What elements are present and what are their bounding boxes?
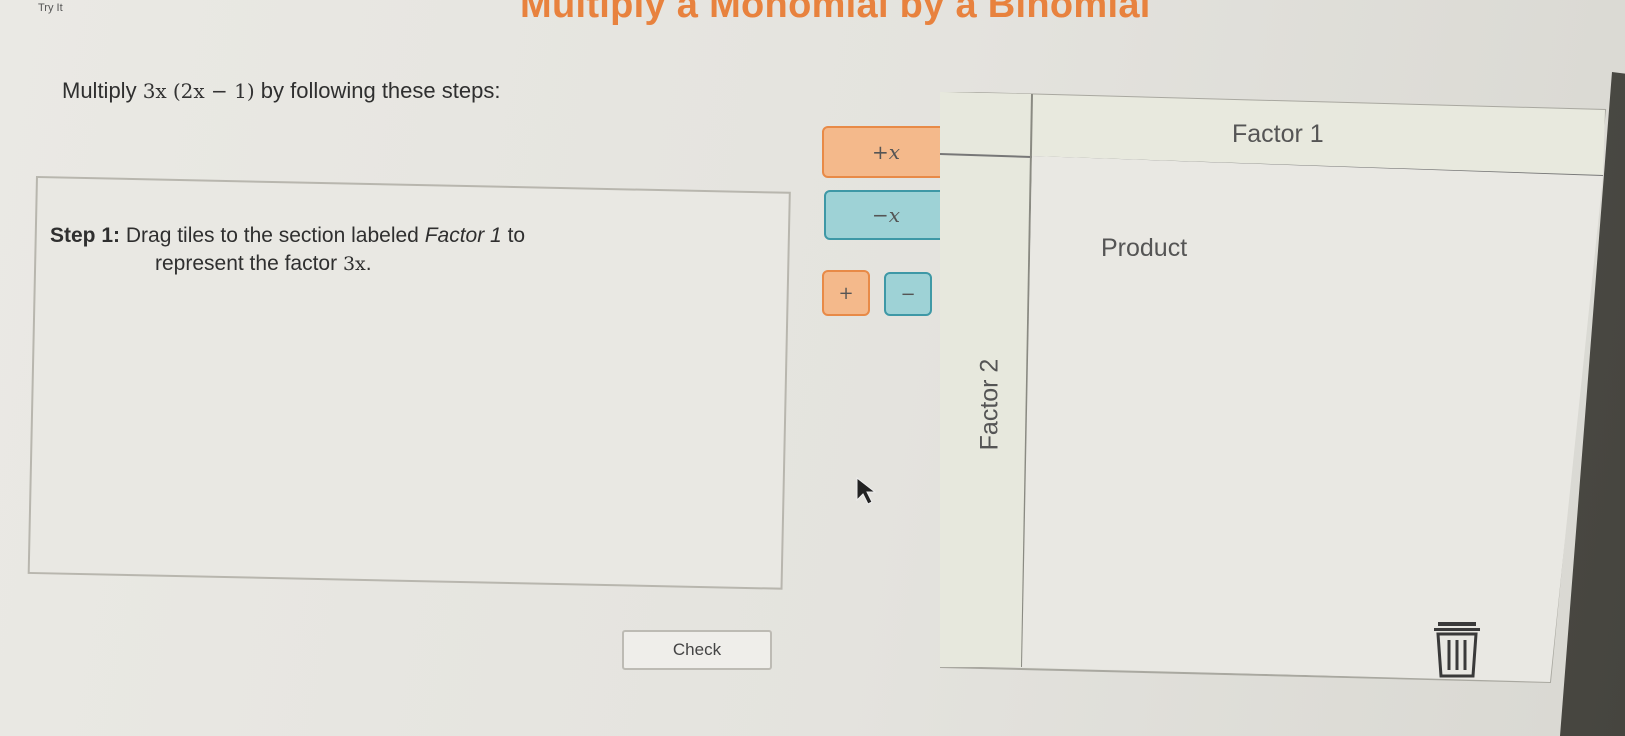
negative-unit-tile[interactable]: − [884,272,932,316]
check-button[interactable]: Check [622,630,772,670]
step-number: Step 1: [50,224,121,247]
try-it-label: Try It [38,2,63,14]
page-title: Multiply a Monomial by a Binomial [520,0,1151,26]
factor1-label: Factor 1 [1232,120,1324,148]
step-text-a: Drag tiles to the section labeled [120,224,425,247]
step-instructions: Step 1: Drag tiles to the section labele… [50,222,690,278]
grid-frame [940,92,1607,684]
step-text-b: to [501,224,526,247]
negative-x-tile[interactable]: −x [824,190,948,240]
step-text-end: . [365,252,372,275]
step-text-c: represent the factor [155,252,343,275]
prompt-suffix: by following these steps: [254,78,501,103]
positive-unit-tile[interactable]: + [822,270,870,316]
prompt-monomial: 3x [142,79,167,103]
prompt-binomial: (2x − 1) [172,79,255,103]
positive-x-tile[interactable]: +x [822,126,950,178]
product-label: Product [1101,234,1188,262]
multiplication-grid [940,92,1620,692]
step-line-2: represent the factor 3x. [50,250,690,278]
mouse-pointer-icon [856,476,877,505]
problem-prompt: Multiply 3x (2x − 1) by following these … [62,78,500,104]
step-section-name: Factor 1 [424,224,502,247]
factor2-label: Factor 2 [975,358,1004,451]
step-factor: 3x [342,253,366,275]
prompt-prefix: Multiply [62,78,143,103]
trash-icon[interactable] [1432,620,1482,680]
